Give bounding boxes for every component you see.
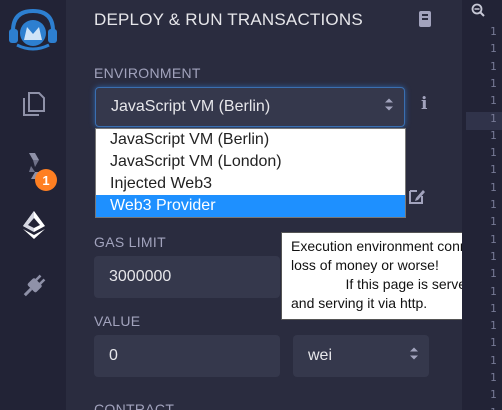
line-number: 1: [490, 353, 497, 367]
environment-dropdown: JavaScript VM (Berlin) JavaScript VM (Lo…: [95, 128, 406, 218]
environment-label: ENVIRONMENT: [94, 65, 201, 81]
gas-limit-input[interactable]: 3000000: [94, 256, 280, 298]
line-number: 1: [490, 336, 497, 350]
icon-rail: 1: [0, 0, 66, 410]
value-amount: 0: [109, 347, 118, 364]
contract-label: CONTRACT: [94, 401, 175, 410]
line-number: 1: [490, 163, 497, 177]
environment-option[interactable]: Injected Web3: [96, 173, 405, 195]
editor-gutter: 1 1 1 1 1 1 1 1 1 1 1 1 1 1 1 1 1 1 1 1 1 1 1: [462, 0, 502, 410]
line-number: 1: [490, 232, 497, 246]
line-number: 1: [490, 25, 497, 38]
ethereum-deploy-icon[interactable]: [20, 210, 48, 240]
environment-select[interactable]: JavaScript VM (Berlin): [95, 87, 405, 127]
line-number: 1: [490, 406, 497, 410]
gas-limit-value: 3000000: [109, 268, 172, 285]
line-number: 1: [490, 42, 497, 56]
line-number: 1: [490, 111, 497, 125]
environment-selected-value: JavaScript VM (Berlin): [111, 98, 271, 115]
remix-logo-icon[interactable]: [6, 6, 60, 54]
line-number: 1: [490, 59, 497, 73]
line-number: 1: [490, 94, 497, 108]
line-number: 1: [490, 371, 497, 384]
panel-title: DEPLOY & RUN TRANSACTIONS: [94, 10, 363, 29]
line-number: 1: [490, 249, 497, 263]
line-number: 1: [490, 267, 497, 281]
select-arrows-icon: [384, 98, 394, 117]
value-input[interactable]: 0: [94, 335, 280, 377]
documentation-book-icon[interactable]: [417, 10, 433, 33]
environment-option[interactable]: JavaScript VM (Berlin): [96, 129, 405, 151]
line-number: 1: [490, 301, 497, 315]
edit-icon[interactable]: [408, 187, 426, 210]
unit-select-arrows-icon: [409, 347, 419, 366]
line-number: 1: [490, 146, 497, 160]
value-unit: wei: [308, 347, 333, 364]
value-unit-select[interactable]: wei: [293, 335, 429, 377]
file-explorer-icon[interactable]: [19, 89, 49, 119]
plugin-manager-icon[interactable]: [19, 270, 49, 302]
compiler-badge: 1: [35, 169, 57, 191]
line-number: 1: [490, 128, 497, 142]
environment-option[interactable]: JavaScript VM (London): [96, 151, 405, 173]
line-number: 1: [490, 388, 497, 402]
environment-option-highlighted[interactable]: Web3 Provider: [96, 195, 405, 217]
line-number: 1: [490, 215, 497, 229]
line-number: 1: [490, 76, 497, 90]
line-number: 1: [490, 319, 497, 333]
line-number: 1: [490, 180, 497, 194]
info-icon[interactable]: i: [421, 94, 427, 114]
line-number: 1: [490, 198, 497, 211]
zoom-out-icon[interactable]: [471, 3, 485, 22]
value-label: VALUE: [94, 313, 141, 329]
line-number: 1: [490, 284, 497, 298]
gas-limit-label: GAS LIMIT: [94, 234, 166, 250]
